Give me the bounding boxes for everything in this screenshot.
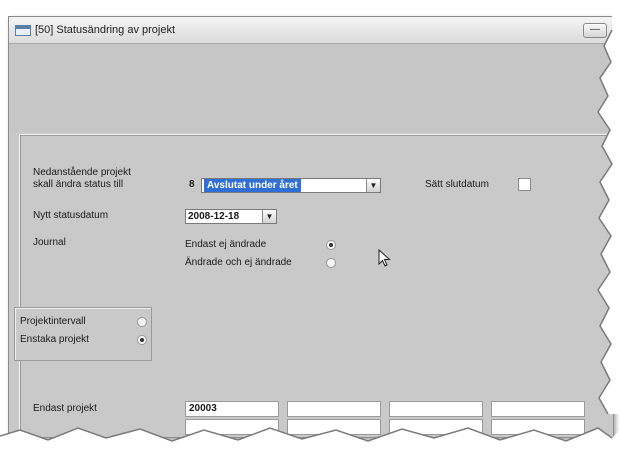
torn-edge-decoration xyxy=(0,0,620,452)
